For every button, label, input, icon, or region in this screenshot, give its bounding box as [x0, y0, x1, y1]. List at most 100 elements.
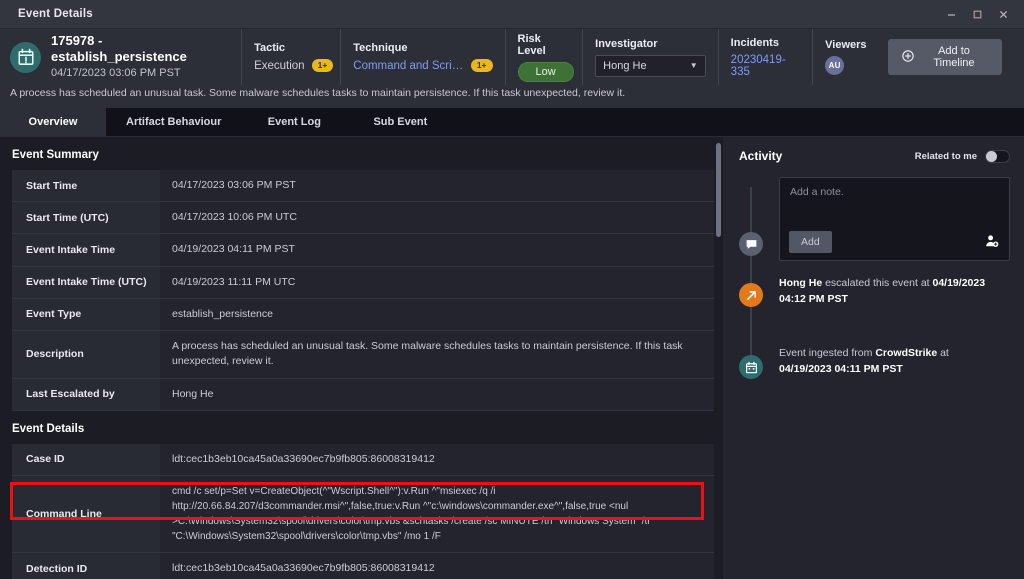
activity-escalated-mid: escalated this event at — [822, 277, 932, 289]
row-key: Last Escalated by — [12, 378, 160, 410]
maximize-icon[interactable] — [964, 3, 990, 25]
related-to-me-toggle[interactable] — [985, 150, 1010, 163]
technique-label: Technique — [353, 42, 492, 54]
tab-event-log[interactable]: Event Log — [241, 108, 347, 136]
risk-level-value-wrap: Low — [518, 62, 571, 82]
calendar-alert-icon — [10, 42, 41, 73]
overview-scrollbar-thumb[interactable] — [716, 143, 721, 237]
activity-header: Activity Related to me — [739, 149, 1010, 163]
activity-timeline: Add a note. Add — [739, 177, 1010, 385]
row-value: 04/19/2023 11:11 PM UTC — [160, 266, 714, 298]
tactic-label: Tactic — [254, 42, 328, 54]
note-input-box[interactable]: Add a note. Add — [779, 177, 1010, 261]
row-key: Event Intake Time — [12, 234, 160, 266]
event-description-banner: A process has scheduled an unusual task.… — [0, 85, 1024, 108]
note-placeholder: Add a note. — [790, 186, 999, 198]
row-value: 04/17/2023 03:06 PM PST — [160, 170, 714, 202]
chevron-down-icon: ▼ — [690, 61, 698, 70]
technique-value-wrap: Command and Scripti... 1+ — [353, 59, 492, 71]
comment-icon — [739, 232, 763, 256]
table-row: Event Intake Time (UTC) 04/19/2023 11:11… — [12, 266, 714, 298]
event-details-title: Event Details — [0, 411, 723, 444]
related-to-me-label: Related to me — [915, 151, 977, 162]
overview-scrollbar[interactable] — [714, 137, 723, 579]
row-value: ldt:cec1b3eb10ca45a0a33690ec7b9fb805:860… — [160, 444, 714, 476]
calendar-icon — [739, 355, 763, 379]
content-body: Event Summary Start Time 04/17/2023 03:0… — [0, 137, 1024, 579]
window-title-bar: Event Details — [0, 0, 1024, 29]
add-person-icon[interactable] — [985, 234, 999, 253]
table-row: Start Time (UTC) 04/17/2023 10:06 PM UTC — [12, 202, 714, 234]
tab-sub-event[interactable]: Sub Event — [347, 108, 453, 136]
technique-count-badge[interactable]: 1+ — [471, 59, 493, 71]
table-row-description-highlighted: Description A process has scheduled an u… — [12, 331, 714, 378]
close-icon[interactable] — [990, 3, 1016, 25]
risk-level-label: Risk Level — [518, 33, 571, 57]
viewers-label: Viewers — [825, 39, 864, 51]
overview-pane: Event Summary Start Time 04/17/2023 03:0… — [0, 137, 723, 579]
activity-ingested-timestamp: 04/19/2023 04:11 PM PST — [779, 363, 903, 375]
investigator-selected-value: Hong He — [603, 60, 646, 72]
toggle-knob — [986, 151, 997, 162]
header-actions: Add to Timeline — [876, 29, 1014, 85]
row-key: Detection ID — [12, 552, 160, 579]
event-title: 175978 - establish_persistence — [51, 33, 227, 66]
window-title: Event Details — [8, 8, 93, 20]
technique-field: Technique Command and Scripti... 1+ — [340, 29, 504, 85]
table-row: Event Type establish_persistence — [12, 298, 714, 330]
event-identity: 175978 - establish_persistence 04/17/202… — [10, 29, 241, 85]
row-key: Case ID — [12, 444, 160, 476]
table-row: Command Line cmd /c set/p=Set v=CreateOb… — [12, 475, 714, 552]
activity-note-composer: Add a note. Add — [779, 177, 1010, 261]
viewer-avatar[interactable]: AU — [825, 56, 844, 75]
note-footer: Add — [789, 231, 999, 253]
incidents-label: Incidents — [731, 37, 800, 49]
activity-title: Activity — [739, 149, 782, 163]
risk-level-field: Risk Level Low — [505, 29, 583, 85]
activity-panel: Activity Related to me Add a note. Add — [723, 137, 1024, 579]
technique-value-link[interactable]: Command and Scripti... — [353, 60, 464, 72]
row-key: Command Line — [12, 475, 160, 552]
incidents-value-wrap: 20230419-335 — [731, 54, 800, 78]
tactic-value[interactable]: Execution — [254, 60, 305, 72]
row-value: 04/17/2023 10:06 PM UTC — [160, 202, 714, 234]
event-header-row: 175978 - establish_persistence 04/17/202… — [0, 29, 1024, 85]
escalate-arrow-icon — [739, 283, 763, 307]
viewers-field: Viewers AU — [812, 29, 876, 85]
tab-bar: Overview Artifact Behaviour Event Log Su… — [0, 108, 1024, 137]
minimize-icon[interactable] — [938, 3, 964, 25]
row-value: 04/19/2023 04:11 PM PST — [160, 234, 714, 266]
investigator-select[interactable]: Hong He ▼ — [595, 55, 706, 77]
investigator-field: Investigator Hong He ▼ — [582, 29, 718, 85]
investigator-label: Investigator — [595, 38, 706, 50]
incident-link[interactable]: 20230419-335 — [731, 54, 800, 78]
related-to-me-toggle-wrap: Related to me — [915, 150, 1010, 163]
row-key: Event Intake Time (UTC) — [12, 266, 160, 298]
investigator-value-wrap: Hong He ▼ — [595, 55, 706, 77]
tab-overview[interactable]: Overview — [0, 108, 106, 136]
incidents-field: Incidents 20230419-335 — [718, 29, 812, 85]
table-row: Start Time 04/17/2023 03:06 PM PST — [12, 170, 714, 202]
plus-circle-icon — [902, 50, 914, 65]
row-value: cmd /c set/p=Set v=CreateObject(^"Wscrip… — [160, 475, 714, 552]
row-value: ldt:cec1b3eb10ca45a0a33690ec7b9fb805:860… — [160, 552, 714, 579]
tactic-field: Tactic Execution 1+ — [241, 29, 340, 85]
add-to-timeline-button[interactable]: Add to Timeline — [888, 39, 1002, 75]
activity-actor: Hong He — [779, 277, 822, 289]
event-header: 175978 - establish_persistence 04/17/202… — [0, 29, 1024, 108]
tab-artifact-behaviour[interactable]: Artifact Behaviour — [106, 108, 241, 136]
table-row: Last Escalated by Hong He — [12, 378, 714, 410]
activity-escalated-text: Hong He escalated this event at 04/19/20… — [779, 275, 1010, 308]
add-note-button[interactable]: Add — [789, 231, 832, 253]
row-key: Start Time — [12, 170, 160, 202]
row-key: Description — [12, 331, 160, 378]
tactic-value-wrap: Execution 1+ — [254, 59, 328, 71]
event-title-block: 175978 - establish_persistence 04/17/202… — [51, 33, 227, 81]
event-summary-title: Event Summary — [0, 137, 723, 170]
timeline-connector — [750, 187, 752, 377]
row-value: A process has scheduled an unusual task.… — [160, 331, 714, 378]
tactic-count-badge[interactable]: 1+ — [312, 59, 334, 71]
activity-ingested-pre: Event ingested from — [779, 347, 875, 359]
row-key: Event Type — [12, 298, 160, 330]
viewers-value-wrap: AU — [825, 56, 864, 75]
